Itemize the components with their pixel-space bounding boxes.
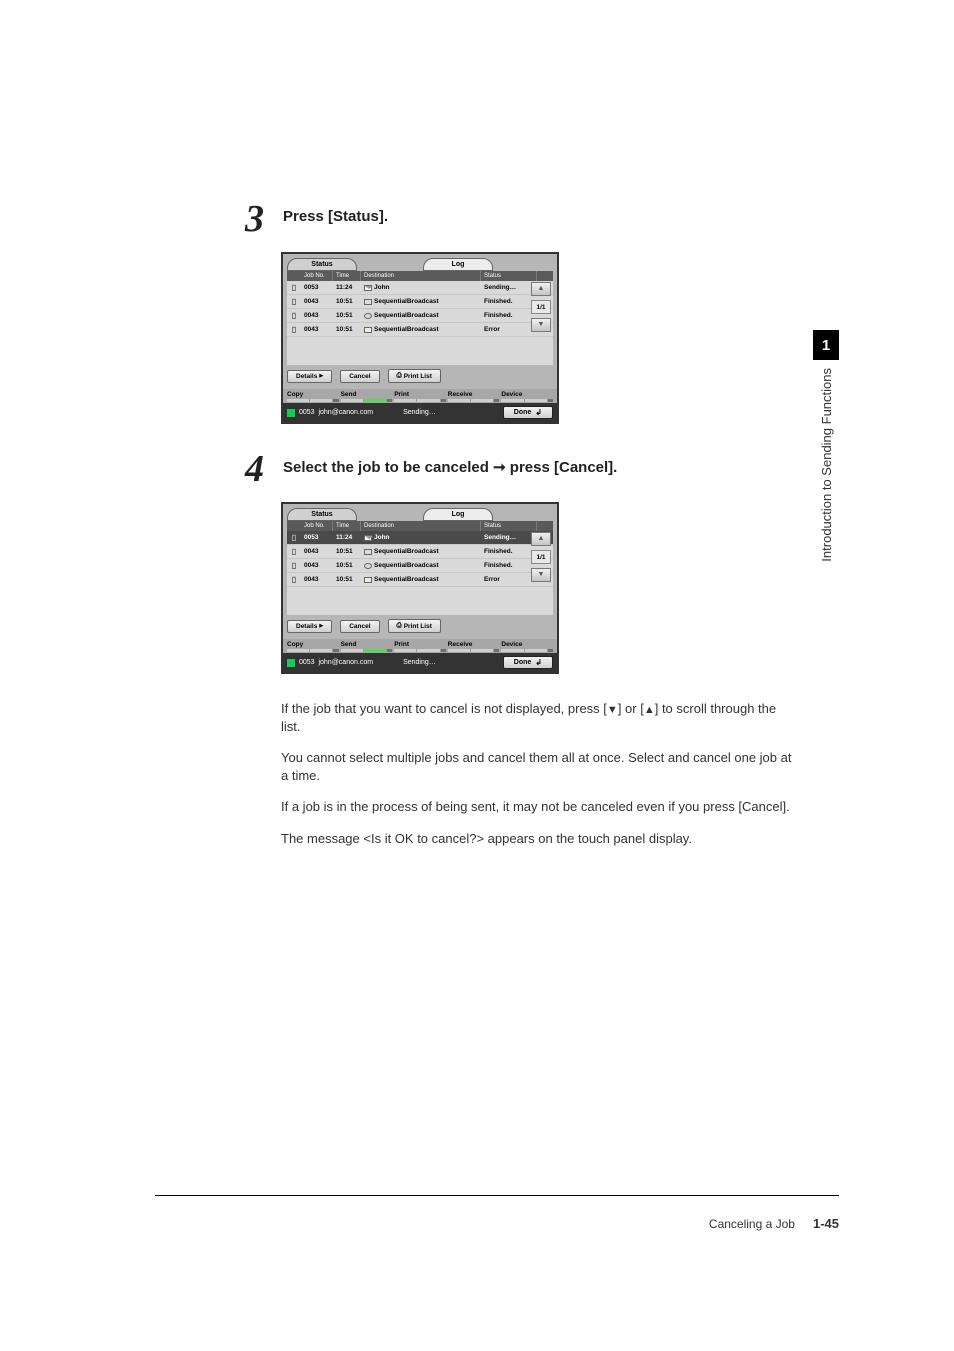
status-bar: 0053 john@canon.com Sending… Done↲ bbox=[283, 403, 557, 422]
status-state: Sending… bbox=[373, 409, 503, 416]
status-bar: 0053 john@canon.com Sending… Done↲ bbox=[283, 653, 557, 672]
step-number: 3 bbox=[245, 200, 269, 238]
globe-icon bbox=[364, 313, 372, 319]
chapter-number: 1 bbox=[813, 330, 839, 360]
header-jobno: Job No. bbox=[301, 271, 333, 281]
header-time: Time bbox=[333, 271, 361, 281]
tab-log[interactable]: Log bbox=[423, 258, 493, 271]
up-triangle-icon: ▲ bbox=[644, 704, 655, 716]
tab-receive[interactable]: Receive bbox=[448, 389, 500, 403]
down-triangle-icon: ▼ bbox=[607, 704, 618, 716]
doc-icon: ▯ bbox=[287, 532, 301, 543]
tab-print[interactable]: Print bbox=[394, 389, 446, 403]
job-list: ▯ 0053 11:24 John Sending… ▯ 0043 10:51 … bbox=[287, 531, 553, 615]
printer-icon: ⎙ bbox=[397, 622, 402, 630]
job-list: ▯ 0053 11:24 John Sending… ▯ 0043 10:51 … bbox=[287, 281, 553, 365]
box-icon bbox=[364, 577, 372, 583]
tab-device[interactable]: Device bbox=[501, 389, 553, 403]
table-row[interactable]: ▯ 0043 10:51 SequentialBroadcast Error bbox=[287, 323, 553, 337]
status-indicator-icon bbox=[287, 409, 295, 417]
chevron-right-icon: ▶ bbox=[319, 623, 323, 629]
scroll-down-button[interactable]: ▼ bbox=[531, 568, 551, 582]
globe-icon bbox=[364, 563, 372, 569]
tab-send[interactable]: Send bbox=[341, 639, 393, 653]
table-row[interactable]: ▯ 0043 10:51 SequentialBroadcast Finishe… bbox=[287, 309, 553, 323]
cancel-button[interactable]: Cancel bbox=[340, 370, 379, 383]
box-icon bbox=[364, 327, 372, 333]
chevron-right-icon: ▶ bbox=[319, 373, 323, 379]
table-row[interactable]: ▯ 0043 10:51 SequentialBroadcast Finishe… bbox=[287, 295, 553, 309]
doc-icon: ▯ bbox=[287, 310, 301, 321]
tab-receive[interactable]: Receive bbox=[448, 639, 500, 653]
envelope-icon bbox=[364, 535, 372, 541]
print-list-button[interactable]: ⎙Print List bbox=[388, 369, 441, 383]
return-icon: ↲ bbox=[535, 408, 542, 417]
table-row[interactable]: ▯ 0043 10:51 SequentialBroadcast Error bbox=[287, 573, 553, 587]
table-row[interactable]: ▯ 0043 10:51 SequentialBroadcast Finishe… bbox=[287, 559, 553, 573]
footer-title: Canceling a Job bbox=[709, 1217, 795, 1231]
step-number: 4 bbox=[245, 450, 269, 488]
chapter-title: Introduction to Sending Functions bbox=[819, 362, 834, 568]
scroll-down-button[interactable]: ▼ bbox=[531, 318, 551, 332]
scroll-up-button[interactable]: ▲ bbox=[531, 282, 551, 296]
details-button[interactable]: Details▶ bbox=[287, 620, 332, 633]
tab-print[interactable]: Print bbox=[394, 639, 446, 653]
printer-icon: ⎙ bbox=[397, 372, 402, 380]
fax-icon bbox=[364, 549, 372, 555]
tab-status[interactable]: Status bbox=[287, 258, 357, 271]
return-icon: ↲ bbox=[535, 658, 542, 667]
step-4: 4 Select the job to be canceled ➞ press … bbox=[245, 450, 799, 488]
paragraph-single-select: You cannot select multiple jobs and canc… bbox=[281, 749, 799, 784]
tab-copy[interactable]: Copy bbox=[287, 639, 339, 653]
figure-status-screen-2: Status Log Job No. Time Destination Stat… bbox=[281, 502, 799, 674]
list-header: Job No. Time Destination Status bbox=[287, 521, 553, 531]
paragraph-confirm-message: The message <Is it OK to cancel?> appear… bbox=[281, 830, 799, 848]
arrow-right-icon: ➞ bbox=[493, 459, 506, 476]
page-indicator: 1/1 bbox=[531, 300, 551, 314]
tab-send[interactable]: Send bbox=[341, 389, 393, 403]
doc-icon: ▯ bbox=[287, 282, 301, 293]
print-list-button[interactable]: ⎙Print List bbox=[388, 619, 441, 633]
doc-icon: ▯ bbox=[287, 546, 301, 557]
step-text: Select the job to be canceled ➞ press [C… bbox=[283, 450, 617, 476]
paragraph-in-progress: If a job is in the process of being sent… bbox=[281, 798, 799, 816]
footer-page-number: 1-45 bbox=[813, 1216, 839, 1231]
details-button[interactable]: Details▶ bbox=[287, 370, 332, 383]
step-text: Press [Status]. bbox=[283, 200, 388, 225]
status-state: Sending… bbox=[373, 659, 503, 666]
header-destination: Destination bbox=[361, 271, 481, 281]
tab-device[interactable]: Device bbox=[501, 639, 553, 653]
envelope-icon bbox=[364, 285, 372, 291]
doc-icon: ▯ bbox=[287, 296, 301, 307]
fax-icon bbox=[364, 299, 372, 305]
tab-status[interactable]: Status bbox=[287, 508, 357, 521]
page-indicator: 1/1 bbox=[531, 550, 551, 564]
cancel-button[interactable]: Cancel bbox=[340, 620, 379, 633]
status-indicator-icon bbox=[287, 659, 295, 667]
table-row[interactable]: ▯ 0053 11:24 John Sending… bbox=[287, 281, 553, 295]
chapter-side-tab: 1 Introduction to Sending Functions bbox=[813, 330, 839, 568]
tab-log[interactable]: Log bbox=[423, 508, 493, 521]
doc-icon: ▯ bbox=[287, 324, 301, 335]
doc-icon: ▯ bbox=[287, 560, 301, 571]
list-header: Job No. Time Destination Status bbox=[287, 271, 553, 281]
done-button[interactable]: Done↲ bbox=[503, 656, 553, 669]
tab-copy[interactable]: Copy bbox=[287, 389, 339, 403]
table-row[interactable]: ▯ 0053 11:24 John Sending… bbox=[287, 531, 553, 545]
doc-icon: ▯ bbox=[287, 574, 301, 585]
page-footer: Canceling a Job 1-45 bbox=[155, 1195, 839, 1231]
done-button[interactable]: Done↲ bbox=[503, 406, 553, 419]
figure-status-screen-1: Status Log Job No. Time Destination Stat… bbox=[281, 252, 799, 424]
table-row[interactable]: ▯ 0043 10:51 SequentialBroadcast Finishe… bbox=[287, 545, 553, 559]
scroll-up-button[interactable]: ▲ bbox=[531, 532, 551, 546]
header-status: Status bbox=[481, 271, 537, 281]
paragraph-scroll-hint: If the job that you want to cancel is no… bbox=[281, 700, 799, 735]
step-3: 3 Press [Status]. bbox=[245, 200, 799, 238]
